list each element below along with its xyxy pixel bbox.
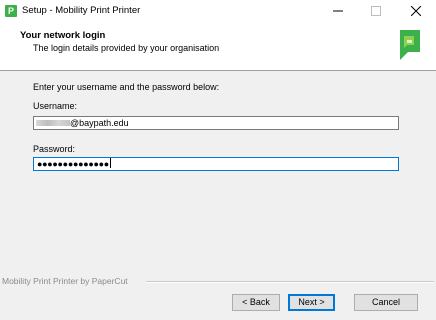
minimize-icon — [333, 10, 343, 12]
next-button[interactable]: Next > — [288, 294, 335, 311]
username-value: @baypath.edu — [70, 118, 129, 128]
password-input[interactable]: ●●●●●●●●●●●●●● — [33, 157, 399, 171]
title-bar: P Setup - Mobility Print Printer — [0, 0, 436, 22]
page-title: Your network login — [20, 30, 106, 41]
back-button[interactable]: < Back — [232, 294, 280, 311]
cancel-button[interactable]: Cancel — [354, 294, 418, 311]
footer-divider — [146, 281, 434, 283]
text-caret — [109, 158, 111, 168]
minimize-button[interactable] — [318, 0, 358, 22]
papercut-logo-icon — [400, 30, 420, 60]
page-subtitle: The login details provided by your organ… — [33, 43, 220, 53]
app-icon: P — [5, 5, 17, 17]
footer-brand: Mobility Print Printer by PaperCut — [2, 276, 128, 286]
password-value: ●●●●●●●●●●●●●● — [37, 158, 111, 169]
wizard-body: Enter your username and the password bel… — [0, 71, 436, 286]
maximize-icon — [371, 6, 381, 16]
password-label: Password: — [33, 144, 76, 154]
username-input[interactable]: @baypath.edu — [33, 116, 399, 130]
wizard-header: Your network login The login details pro… — [0, 22, 436, 71]
username-label: Username: — [33, 101, 78, 111]
maximize-button[interactable] — [356, 0, 396, 22]
window-title: Setup - Mobility Print Printer — [22, 5, 141, 16]
close-button[interactable] — [396, 0, 436, 22]
redacted-username — [36, 120, 70, 126]
instruction-text: Enter your username and the password bel… — [33, 82, 220, 92]
close-icon — [411, 6, 421, 16]
